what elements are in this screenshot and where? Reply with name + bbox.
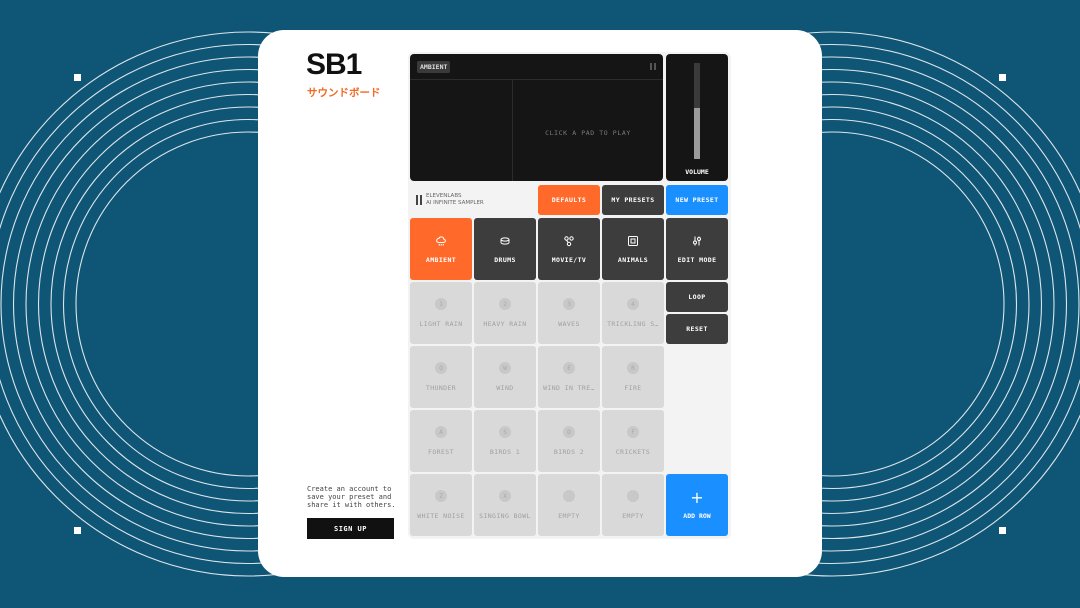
- my-presets-button[interactable]: MY PRESETS: [602, 185, 664, 215]
- sound-pad[interactable]: E WIND IN TRE…: [538, 346, 600, 408]
- category-ambient[interactable]: AMBIENT: [410, 218, 472, 280]
- sound-pad[interactable]: Z WHITE NOISE: [410, 474, 472, 536]
- signup-promo-text: Create an account to save your preset an…: [307, 485, 396, 509]
- category-label: ANIMALS: [617, 255, 649, 264]
- pad-key: S: [499, 426, 511, 438]
- corner-marker: [999, 74, 1006, 81]
- display-message: CLICK A PAD TO PLAY: [545, 129, 631, 137]
- display-screen: AMBIENT CLICK A PAD TO PLAY: [410, 54, 663, 181]
- pad-label: BIRDS 2: [553, 448, 585, 456]
- pad-label: THUNDER: [425, 384, 457, 392]
- new-preset-button[interactable]: NEW PRESET: [666, 185, 728, 215]
- drum-icon: [500, 236, 510, 245]
- reset-button[interactable]: RESET: [666, 314, 728, 344]
- credit-line-1: ELEVENLABS: [426, 193, 462, 199]
- pad-key: A: [435, 426, 447, 438]
- pad-key: X: [499, 490, 511, 502]
- pad-key: 4: [627, 298, 639, 310]
- volume-slider-fill: [694, 108, 700, 159]
- film-reel-icon: [564, 235, 574, 246]
- pad-label: EMPTY: [622, 512, 644, 520]
- pad-key: Q: [435, 362, 447, 374]
- sound-pad[interactable]: 1 LIGHT RAIN: [410, 282, 472, 344]
- corner-marker: [74, 527, 81, 534]
- cloud-rain-icon: [436, 235, 446, 246]
- sound-pad[interactable]: 3 WAVES: [538, 282, 600, 344]
- plus-icon: +: [690, 488, 704, 507]
- pad-label: EMPTY: [558, 512, 580, 520]
- sound-pad[interactable]: EMPTY: [602, 474, 664, 536]
- sliders-icon: [693, 236, 701, 245]
- category-movie-tv[interactable]: MOVIE/TV: [538, 218, 600, 280]
- pad-key: D: [563, 426, 575, 438]
- pad-key: [563, 490, 575, 502]
- edit-mode-label: EDIT MODE: [677, 255, 717, 264]
- sound-pad[interactable]: EMPTY: [538, 474, 600, 536]
- soundboard-device: AMBIENT CLICK A PAD TO PLAY VOLUME ELEVE…: [408, 52, 731, 539]
- edit-mode-button[interactable]: EDIT MODE: [666, 218, 728, 280]
- brand-logo: SB1: [306, 48, 362, 81]
- display-divider: [410, 79, 663, 80]
- pad-key: 1: [435, 298, 447, 310]
- category-label: DRUMS: [494, 255, 516, 264]
- pad-label: LIGHT RAIN: [419, 320, 463, 328]
- add-row-button[interactable]: + ADD ROW: [666, 474, 728, 536]
- volume-label: VOLUME: [685, 168, 709, 176]
- brand-subtitle: サウンドボード: [307, 87, 381, 99]
- pad-key: E: [563, 362, 575, 374]
- pause-icon[interactable]: [650, 63, 656, 70]
- pad-label: TRICKLING S…: [607, 320, 659, 328]
- pad-key: Z: [435, 490, 447, 502]
- pad-label: FOREST: [428, 448, 454, 456]
- elevenlabs-icon: [416, 195, 422, 205]
- defaults-button[interactable]: DEFAULTS: [538, 185, 600, 215]
- pad-label: WAVES: [558, 320, 580, 328]
- pad-key: F: [627, 426, 639, 438]
- sound-pad[interactable]: W WIND: [474, 346, 536, 408]
- sound-pad[interactable]: F CRICKETS: [602, 410, 664, 472]
- pad-label: WHITE NOISE: [417, 512, 465, 520]
- signup-button[interactable]: SIGN UP: [307, 518, 394, 539]
- credit-line-2: AI INFINITE SAMPLER: [426, 200, 484, 206]
- add-row-label: ADD ROW: [683, 512, 711, 520]
- pad-label: FIRE: [624, 384, 642, 392]
- sound-pad[interactable]: Q THUNDER: [410, 346, 472, 408]
- corner-marker: [999, 527, 1006, 534]
- pad-label: WIND: [496, 384, 514, 392]
- sound-pad[interactable]: S BIRDS 1: [474, 410, 536, 472]
- pad-key: 3: [563, 298, 575, 310]
- pad-key: W: [499, 362, 511, 374]
- sound-pad[interactable]: 2 HEAVY RAIN: [474, 282, 536, 344]
- volume-panel: VOLUME: [666, 54, 728, 181]
- sound-pad[interactable]: R FIRE: [602, 346, 664, 408]
- volume-slider[interactable]: [694, 63, 700, 159]
- sound-pad[interactable]: X SINGING BOWL: [474, 474, 536, 536]
- pad-key: R: [627, 362, 639, 374]
- sound-pad[interactable]: A FOREST: [410, 410, 472, 472]
- active-category-tag: AMBIENT: [417, 61, 451, 73]
- app-card: SB1 サウンドボード Create an account to save yo…: [258, 30, 822, 577]
- category-label: AMBIENT: [425, 255, 457, 264]
- sound-pad[interactable]: D BIRDS 2: [538, 410, 600, 472]
- category-drums[interactable]: DRUMS: [474, 218, 536, 280]
- credit: ELEVENLABS AI INFINITE SAMPLER: [416, 193, 484, 207]
- corner-marker: [74, 74, 81, 81]
- pad-key: [627, 490, 639, 502]
- category-animals[interactable]: ANIMALS: [602, 218, 664, 280]
- pad-label: BIRDS 1: [489, 448, 521, 456]
- pad-label: CRICKETS: [615, 448, 651, 456]
- loop-button[interactable]: LOOP: [666, 282, 728, 312]
- pad-label: SINGING BOWL: [479, 512, 531, 520]
- pad-key: 2: [499, 298, 511, 310]
- pad-label: WIND IN TRE…: [543, 384, 595, 392]
- pad-label: HEAVY RAIN: [483, 320, 527, 328]
- picture-icon: [628, 235, 638, 246]
- sound-pad[interactable]: 4 TRICKLING S…: [602, 282, 664, 344]
- category-label: MOVIE/TV: [551, 255, 587, 264]
